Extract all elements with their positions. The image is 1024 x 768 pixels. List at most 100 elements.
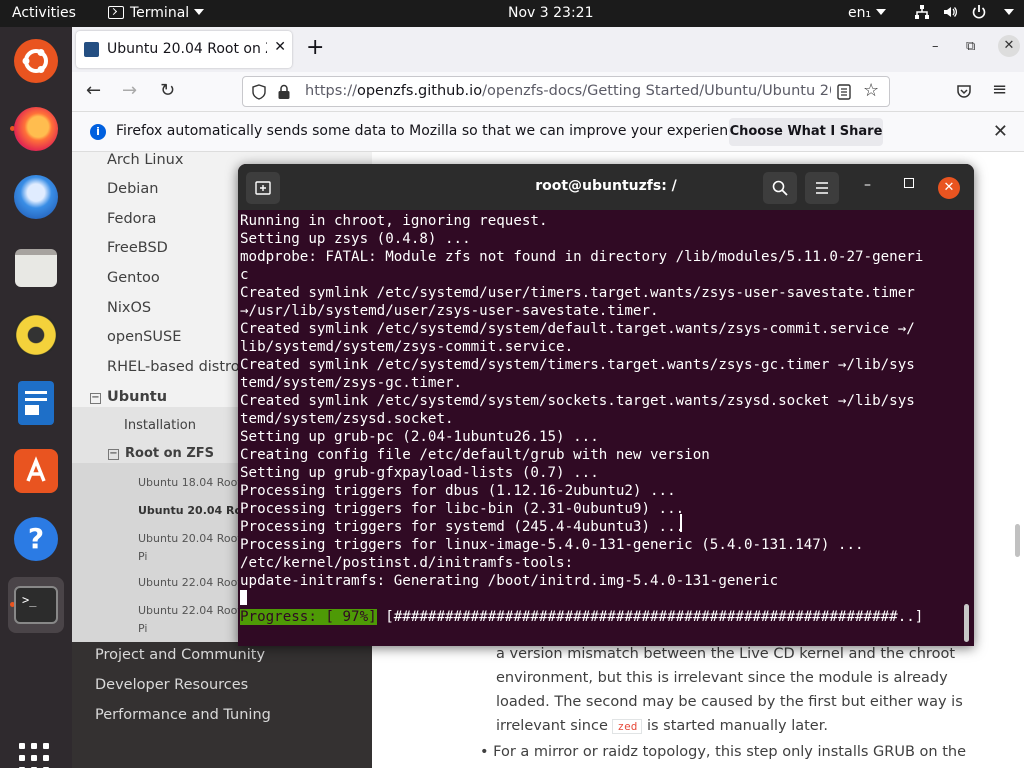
terminal-icon: >_: [14, 586, 58, 624]
back-button[interactable]: ←: [86, 80, 101, 101]
nav-developer-resources[interactable]: Developer Resources: [95, 677, 248, 693]
reader-view-icon[interactable]: [837, 84, 851, 100]
info-icon: i: [90, 124, 106, 140]
bookmark-star-icon[interactable]: ☆: [863, 80, 879, 101]
dock-rhythmbox[interactable]: [8, 307, 64, 363]
search-button[interactable]: [763, 172, 797, 204]
inline-code: zed: [612, 719, 643, 734]
url-text: https://openzfs.github.io/openzfs-docs/G…: [305, 83, 831, 99]
dock-app-center[interactable]: [8, 443, 64, 499]
terminal-line: Setting up grub-pc (2.04-1ubuntu26.15) .…: [240, 429, 599, 445]
terminal-line: Processing triggers for linux-image-5.4.…: [240, 537, 864, 553]
close-button[interactable]: ✕: [938, 177, 960, 199]
nav-opensuse[interactable]: openSUSE: [107, 329, 181, 345]
nav-ubuntu-22-04-pi[interactable]: Ubuntu 22.04 Root: [138, 604, 242, 617]
collapse-icon: −: [90, 392, 101, 404]
choose-what-i-share-button[interactable]: Choose What I Share: [729, 118, 883, 146]
app-center-icon: [14, 449, 58, 493]
terminal-line: temd/system/zsys-gc.timer.: [240, 375, 463, 391]
nav-project-community[interactable]: Project and Community: [95, 647, 265, 663]
close-window-button[interactable]: ✕: [998, 35, 1020, 57]
new-tab-button[interactable]: +: [306, 35, 324, 60]
terminal-line: modprobe: FATAL: Module zfs not found in…: [240, 249, 924, 265]
system-menu[interactable]: [914, 0, 1015, 27]
nav-ubuntu-20-04-pi-suffix[interactable]: Pi: [138, 550, 147, 563]
terminal-cursor-line: [240, 590, 962, 608]
nav-nixos[interactable]: NixOS: [107, 300, 151, 316]
top-bar: Activities Terminal Nov 3 23:21 en₁: [0, 0, 1024, 27]
menu-button[interactable]: [805, 172, 839, 204]
page-scrollbar[interactable]: [1015, 524, 1020, 557]
terminal-output[interactable]: Running in chroot, ignoring request. Sett…: [240, 212, 962, 646]
nav-rhel[interactable]: RHEL-based distro: [107, 359, 240, 375]
volume-icon: [944, 7, 958, 17]
notification-bar: i Firefox automatically sends some data …: [72, 112, 1024, 152]
language-indicator: en₁: [848, 5, 872, 21]
terminal-line: Created symlink /etc/systemd/user/timers…: [240, 285, 915, 301]
nav-gentoo[interactable]: Gentoo: [107, 270, 160, 286]
terminal-line: update-initramfs: Generating /boot/initr…: [240, 573, 779, 589]
chevron-down-icon: [876, 9, 887, 15]
nav-ubuntu-20-04-pi[interactable]: Ubuntu 20.04 Root: [138, 532, 242, 545]
dock-help[interactable]: ?: [8, 511, 64, 567]
nav-freebsd[interactable]: FreeBSD: [107, 240, 168, 256]
dock-terminal[interactable]: >_: [8, 577, 64, 633]
activities-button[interactable]: Activities: [12, 0, 76, 27]
notification-message: Firefox automatically sends some data to…: [116, 123, 749, 139]
nav-debian[interactable]: Debian: [107, 181, 158, 197]
terminal-line: Setting up zsys (0.4.8) ...: [240, 231, 471, 247]
minimize-button[interactable]: –: [932, 39, 939, 54]
nav-arch-linux[interactable]: Arch Linux: [107, 152, 183, 168]
dock-ubuntu-software[interactable]: [8, 33, 64, 89]
nav-installation[interactable]: Installation: [124, 418, 196, 433]
nav-ubuntu-22-04[interactable]: Ubuntu 22.04 Root: [138, 576, 242, 589]
menu-hamburger-icon[interactable]: ≡: [992, 79, 1007, 100]
navigation-toolbar: ← → ↻ https://openzfs.github.io/openzfs-…: [72, 72, 1024, 112]
terminal-line: Creating config file /etc/default/grub w…: [240, 447, 710, 463]
terminal-header: root@ubuntuzfs: / – ✕: [238, 164, 974, 210]
maximize-button[interactable]: [904, 178, 914, 188]
terminal-line: Setting up grub-gfxpayload-lists (0.7) .…: [240, 465, 599, 481]
input-source-menu[interactable]: en₁: [848, 0, 887, 27]
url-bar[interactable]: https://openzfs.github.io/openzfs-docs/G…: [242, 76, 890, 107]
dock-files[interactable]: [8, 239, 64, 295]
terminal-line: Processing triggers for systemd (245.4-4…: [240, 519, 685, 535]
browser-tab[interactable]: Ubuntu 20.04 Root on ZF ✕: [76, 31, 292, 68]
dock-firefox[interactable]: [8, 101, 64, 157]
close-notification-icon[interactable]: ✕: [993, 121, 1008, 142]
terminal-line: /etc/kernel/postinst.d/initramfs-tools:: [240, 555, 574, 571]
dock-libreoffice-writer[interactable]: [8, 375, 64, 431]
dock-thunderbird[interactable]: [8, 169, 64, 225]
docs-body: a version mismatch between the Live CD k…: [372, 642, 1024, 768]
nav-ubuntu[interactable]: − Ubuntu: [90, 389, 167, 405]
dock: ? >_: [0, 27, 72, 768]
nav-ubuntu-18-04[interactable]: Ubuntu 18.04 Root: [138, 476, 242, 489]
close-tab-icon[interactable]: ✕: [274, 39, 286, 55]
tracking-protection-icon[interactable]: [251, 84, 267, 100]
forward-button[interactable]: →: [122, 80, 137, 101]
docs-sidebar-lower: Project and Community Developer Resource…: [72, 642, 372, 768]
collapse-icon: −: [108, 448, 119, 460]
reload-button[interactable]: ↻: [160, 80, 175, 101]
terminal-line: Created symlink /etc/systemd/system/defa…: [240, 321, 915, 337]
menu-hamburger-icon: [816, 182, 828, 194]
app-menu-button[interactable]: Terminal: [108, 0, 205, 27]
minimize-button[interactable]: –: [864, 177, 871, 193]
nav-ubuntu-22-04-pi-suffix[interactable]: Pi: [138, 622, 147, 635]
nav-fedora[interactable]: Fedora: [107, 211, 156, 227]
files-icon: [15, 249, 57, 287]
lock-icon[interactable]: [277, 84, 291, 100]
progress-line: Progress: [ 97%] [######################…: [240, 608, 962, 626]
nav-root-on-zfs[interactable]: − Root on ZFS: [108, 446, 214, 461]
pocket-icon[interactable]: [956, 84, 972, 100]
firefox-icon: [14, 107, 58, 151]
terminal-line: c: [240, 267, 249, 283]
nav-performance-tuning[interactable]: Performance and Tuning: [95, 707, 271, 723]
progress-bar: [#######################################…: [376, 609, 924, 625]
terminal-line: Created symlink /etc/systemd/system/time…: [240, 357, 915, 373]
app-menu-label: Terminal: [130, 5, 190, 21]
maximize-button[interactable]: ⧉: [966, 39, 975, 54]
terminal-scrollbar[interactable]: [964, 604, 969, 642]
terminal-line: Created symlink /etc/systemd/system/sock…: [240, 393, 915, 409]
clock[interactable]: Nov 3 23:21: [508, 0, 593, 27]
